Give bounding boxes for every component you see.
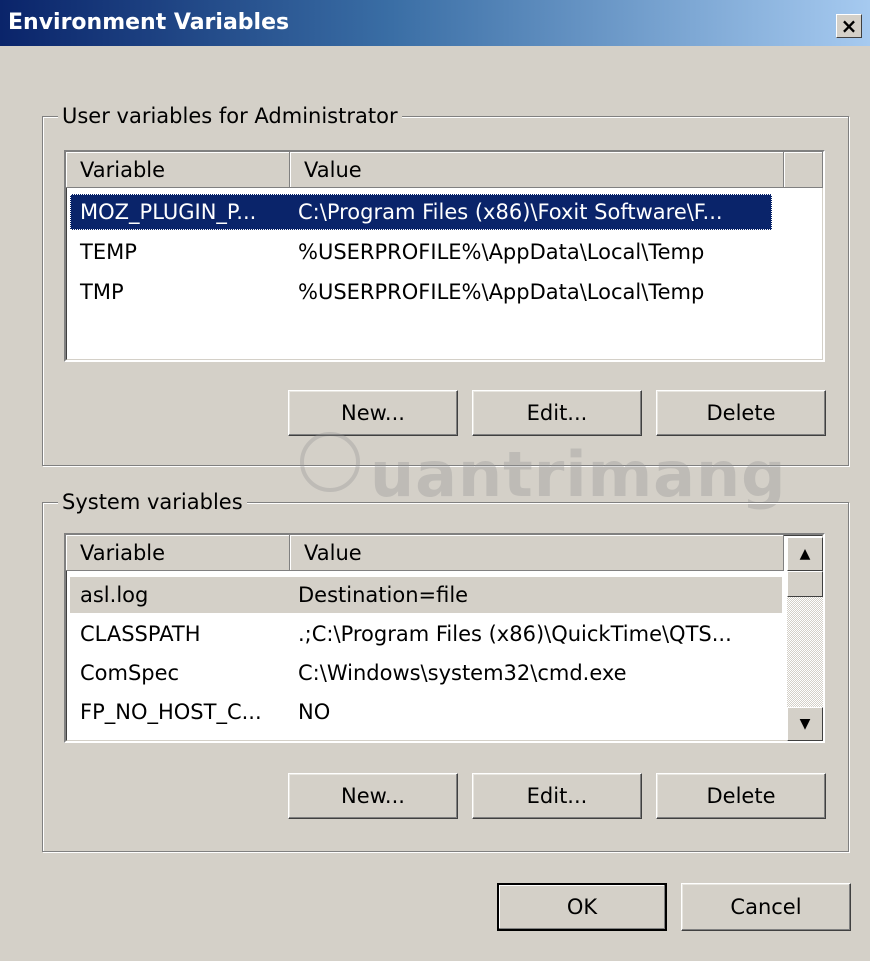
user-edit-button[interactable]: Edit... xyxy=(472,390,642,436)
scroll-thumb[interactable] xyxy=(787,571,823,597)
system-delete-button[interactable]: Delete xyxy=(656,773,826,819)
scroll-up-button[interactable]: ▲ xyxy=(787,537,823,571)
watermark: uantrimang xyxy=(370,438,787,511)
cancel-button[interactable]: Cancel xyxy=(681,883,851,931)
vertical-scrollbar[interactable]: ▲ ▼ xyxy=(787,537,823,741)
user-delete-button[interactable]: Delete xyxy=(656,390,826,436)
window-title: Environment Variables xyxy=(8,10,290,35)
title-bar[interactable]: Environment Variables × xyxy=(0,0,870,46)
user-new-button[interactable]: New... xyxy=(288,390,458,436)
system-variables-list[interactable]: Variable Value asl.log Destination=file … xyxy=(64,533,825,743)
arrow-down-icon: ▼ xyxy=(799,716,811,732)
column-header-value[interactable]: Value xyxy=(290,535,784,571)
column-header-filler xyxy=(784,152,823,188)
system-edit-button[interactable]: Edit... xyxy=(472,773,642,819)
scroll-down-button[interactable]: ▼ xyxy=(787,707,823,741)
system-new-button[interactable]: New... xyxy=(288,773,458,819)
table-row[interactable]: CLASSPATH .;C:\Program Files (x86)\Quick… xyxy=(70,616,782,652)
user-variables-list[interactable]: Variable Value MOZ_PLUGIN_P... C:\Progra… xyxy=(64,150,825,362)
table-row[interactable]: ComSpec C:\Windows\system32\cmd.exe xyxy=(70,655,782,691)
column-header-variable[interactable]: Variable xyxy=(66,535,290,571)
column-header-value[interactable]: Value xyxy=(290,152,784,188)
ok-button[interactable]: OK xyxy=(497,883,667,931)
table-row[interactable]: FP_NO_HOST_C... NO xyxy=(70,694,782,730)
column-header-variable[interactable]: Variable xyxy=(66,152,290,188)
close-icon: × xyxy=(840,14,858,38)
system-variables-label: System variables xyxy=(58,490,247,514)
table-row[interactable]: TEMP %USERPROFILE%\AppData\Local\Temp xyxy=(70,234,772,270)
user-variables-label: User variables for Administrator xyxy=(58,104,402,128)
arrow-up-icon: ▲ xyxy=(799,546,811,562)
list-header: Variable Value xyxy=(66,152,823,188)
table-row[interactable]: asl.log Destination=file xyxy=(70,577,782,613)
list-header: Variable Value xyxy=(66,535,784,571)
table-row[interactable]: TMP %USERPROFILE%\AppData\Local\Temp xyxy=(70,274,772,310)
close-button[interactable]: × xyxy=(836,14,862,38)
table-row[interactable]: MOZ_PLUGIN_P... C:\Program Files (x86)\F… xyxy=(70,194,772,230)
watermark-logo-icon xyxy=(300,432,360,492)
